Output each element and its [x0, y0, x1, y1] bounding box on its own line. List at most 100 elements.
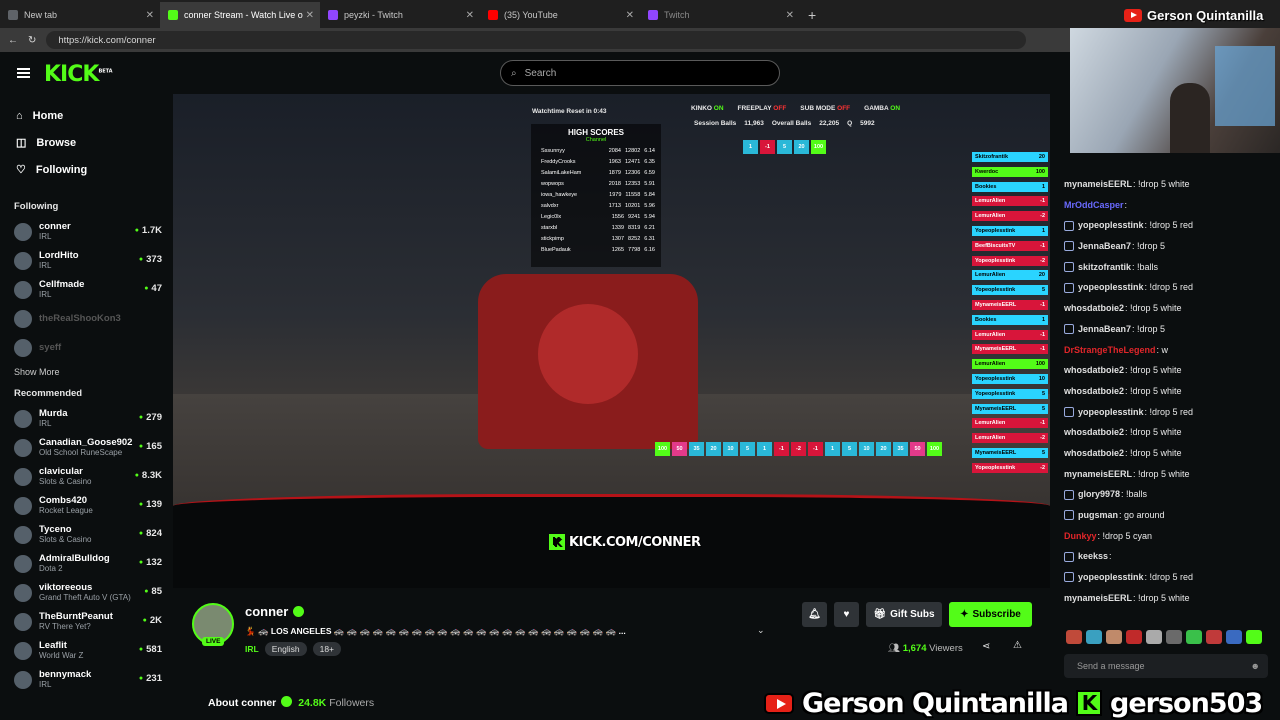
kick-logo[interactable]: KICKBETA	[44, 62, 113, 87]
chat-username[interactable]: glory9978	[1078, 484, 1120, 505]
back-icon[interactable]: ←	[8, 35, 18, 46]
chat-username[interactable]: mynameisEERL	[1064, 174, 1132, 195]
follow-heart-button[interactable]: ♥	[834, 602, 859, 627]
flag-label: FREEPLAY	[737, 105, 772, 112]
share-icon[interactable]: ⋖	[982, 641, 990, 652]
sidebar-channel[interactable]: clavicularSlots & Casino 8.3K	[0, 462, 172, 491]
sidebar-channel[interactable]: LeaflitWorld War Z 581	[0, 636, 172, 665]
overall-balls-label: Overall Balls	[771, 120, 812, 127]
emote-icon[interactable]	[1186, 630, 1202, 644]
sidebar-channel[interactable]: TheBurntPeanutRV There Yet? 2K	[0, 607, 172, 636]
chat-username[interactable]: pugsman	[1078, 505, 1118, 526]
sidebar-channel[interactable]: AdmiralBulldogDota 2 132	[0, 549, 172, 578]
badge-icon	[1064, 489, 1074, 500]
followers-label: Followers	[329, 697, 375, 709]
chat-username[interactable]: whosdatboie2	[1064, 422, 1124, 443]
chat-username[interactable]: mynameisEERL	[1064, 588, 1132, 609]
gift-subs-button[interactable]: 🎁︎ Gift Subs	[866, 602, 942, 627]
emote-icon[interactable]	[1166, 630, 1182, 644]
chat-username[interactable]: whosdatboie2	[1064, 381, 1124, 402]
chat-username[interactable]: yopeoplesstink	[1078, 277, 1144, 298]
chat-username[interactable]: JennaBean7	[1078, 319, 1131, 340]
language-tag[interactable]: English	[264, 642, 307, 656]
viewer-count: 132	[139, 557, 162, 568]
chat-username[interactable]: DrStrangeTheLegend	[1064, 340, 1156, 361]
search-input[interactable]: ⌕ Search	[500, 60, 780, 86]
emote-icon[interactable]	[1226, 630, 1242, 644]
chat-username[interactable]: whosdatboie2	[1064, 298, 1124, 319]
nav-browse[interactable]: ◫ Browse	[0, 129, 172, 156]
chat-text: : !drop 5 white	[1125, 365, 1182, 376]
drop-user: Yopeoplesstink	[975, 376, 1016, 382]
hamburger-menu-icon[interactable]	[17, 68, 30, 78]
close-icon[interactable]: ✕	[626, 10, 634, 21]
emote-icon[interactable]	[1146, 630, 1162, 644]
emote-icon[interactable]	[1246, 630, 1262, 644]
tab-twitch-peyzki[interactable]: peyzki - Twitch ✕	[320, 2, 480, 28]
emote-icon[interactable]	[1086, 630, 1102, 644]
sidebar-channel[interactable]: syeff	[0, 333, 172, 362]
notification-bell-button[interactable]: 🔔︎	[802, 602, 827, 627]
streamer-name[interactable]: conner	[245, 604, 305, 619]
chat-username[interactable]: mynameisEERL	[1064, 464, 1132, 485]
chat-username[interactable]: whosdatboie2	[1064, 360, 1124, 381]
stream-watermark: K KICK.COM/CONNER	[549, 534, 701, 550]
chat-username[interactable]: JennaBean7	[1078, 236, 1131, 257]
emoji-icon[interactable]: ☻	[1251, 661, 1260, 671]
drop-user: MynameisEERL	[975, 405, 1017, 412]
sidebar-channel[interactable]: viktoreeousGrand Theft Auto V (GTA) 85	[0, 578, 172, 607]
emote-icon[interactable]	[1066, 630, 1082, 644]
video-player[interactable]: Watchtime Reset in 0:43 KINKO ON FREEPLAY…	[173, 94, 1050, 588]
subscribe-button[interactable]: ✦ Subscribe	[949, 602, 1032, 627]
sidebar-channel[interactable]: Combs420Rocket League 139	[0, 491, 172, 520]
chat-username[interactable]: skitzofrantik	[1078, 257, 1131, 278]
nav-home[interactable]: ⌂ Home	[0, 102, 172, 129]
chat-username[interactable]: Dunkyy	[1064, 526, 1097, 547]
close-icon[interactable]: ✕	[786, 10, 794, 21]
high-scores-panel: HIGH SCORES Channel Sssunnyy 2084 12802 6.1…	[531, 124, 661, 267]
reload-icon[interactable]: ↻	[28, 35, 36, 46]
tab-youtube[interactable]: (35) YouTube ✕	[480, 2, 640, 28]
sidebar-channel[interactable]: LordHitoIRL 373	[0, 246, 172, 275]
show-more-link[interactable]: Show More	[0, 362, 172, 382]
badge-icon	[1064, 282, 1074, 293]
url-field[interactable]: https://kick.com/conner	[46, 31, 1027, 49]
ball-drop-button: 50	[910, 442, 925, 456]
sidebar-channel[interactable]: bennymackIRL 231	[0, 665, 172, 694]
chat-username[interactable]: keekss	[1078, 546, 1108, 567]
age-tag[interactable]: 18+	[312, 642, 342, 656]
stream-title: 💃 🚓 LOS ANGELES 🚓 🚓 🚓 🚓 🚓 🚓 🚓 🚓 🚓 🚓 🚓 🚓 …	[245, 626, 626, 636]
sidebar-channel[interactable]: theRealShooKon3	[0, 304, 172, 333]
chat-text: : !drop 5	[1132, 241, 1166, 252]
close-icon[interactable]: ✕	[466, 10, 474, 21]
drop-user: MynameisEERL	[975, 346, 1017, 353]
chat-username[interactable]: MrOddCasper	[1064, 195, 1124, 216]
tab-kick-conner[interactable]: conner Stream - Watch Live o ✕	[160, 2, 320, 28]
chat-username[interactable]: yopeoplesstink	[1078, 567, 1144, 588]
sidebar-channel[interactable]: TycenoSlots & Casino 824	[0, 520, 172, 549]
drop-tag: LemurAlien -1	[972, 418, 1048, 429]
new-tab-button[interactable]: +	[800, 2, 830, 28]
high-score-cell: 1979	[609, 192, 622, 198]
drop-tag: MynameisEERL -1	[972, 344, 1048, 355]
chevron-down-icon[interactable]: ⌄	[757, 625, 765, 636]
chat-username[interactable]: yopeoplesstink	[1078, 215, 1144, 236]
chat-input[interactable]: Send a message ☻	[1064, 654, 1268, 678]
recommended-heading: Recommended	[14, 388, 83, 399]
close-icon[interactable]: ✕	[146, 10, 154, 21]
chat-username[interactable]: yopeoplesstink	[1078, 402, 1144, 423]
emote-icon[interactable]	[1206, 630, 1222, 644]
tab-twitch[interactable]: Twitch ✕	[640, 2, 800, 28]
chat-username[interactable]: whosdatboie2	[1064, 443, 1124, 464]
close-icon[interactable]: ✕	[306, 10, 314, 21]
sidebar-channel[interactable]: CellfmadeIRL 47	[0, 275, 172, 304]
emote-icon[interactable]	[1126, 630, 1142, 644]
nav-following[interactable]: ♡ Following	[0, 156, 172, 183]
sidebar-channel[interactable]: MurdaIRL 279	[0, 404, 172, 433]
category-link[interactable]: IRL	[245, 644, 259, 654]
sidebar-channel[interactable]: Canadian_Goose902Old School RuneScape 165	[0, 433, 172, 462]
report-icon[interactable]: ⚠	[1013, 640, 1022, 651]
sidebar-channel[interactable]: connerIRL 1.7K	[0, 217, 172, 246]
emote-icon[interactable]	[1106, 630, 1122, 644]
tab-new-tab[interactable]: New tab ✕	[0, 2, 160, 28]
